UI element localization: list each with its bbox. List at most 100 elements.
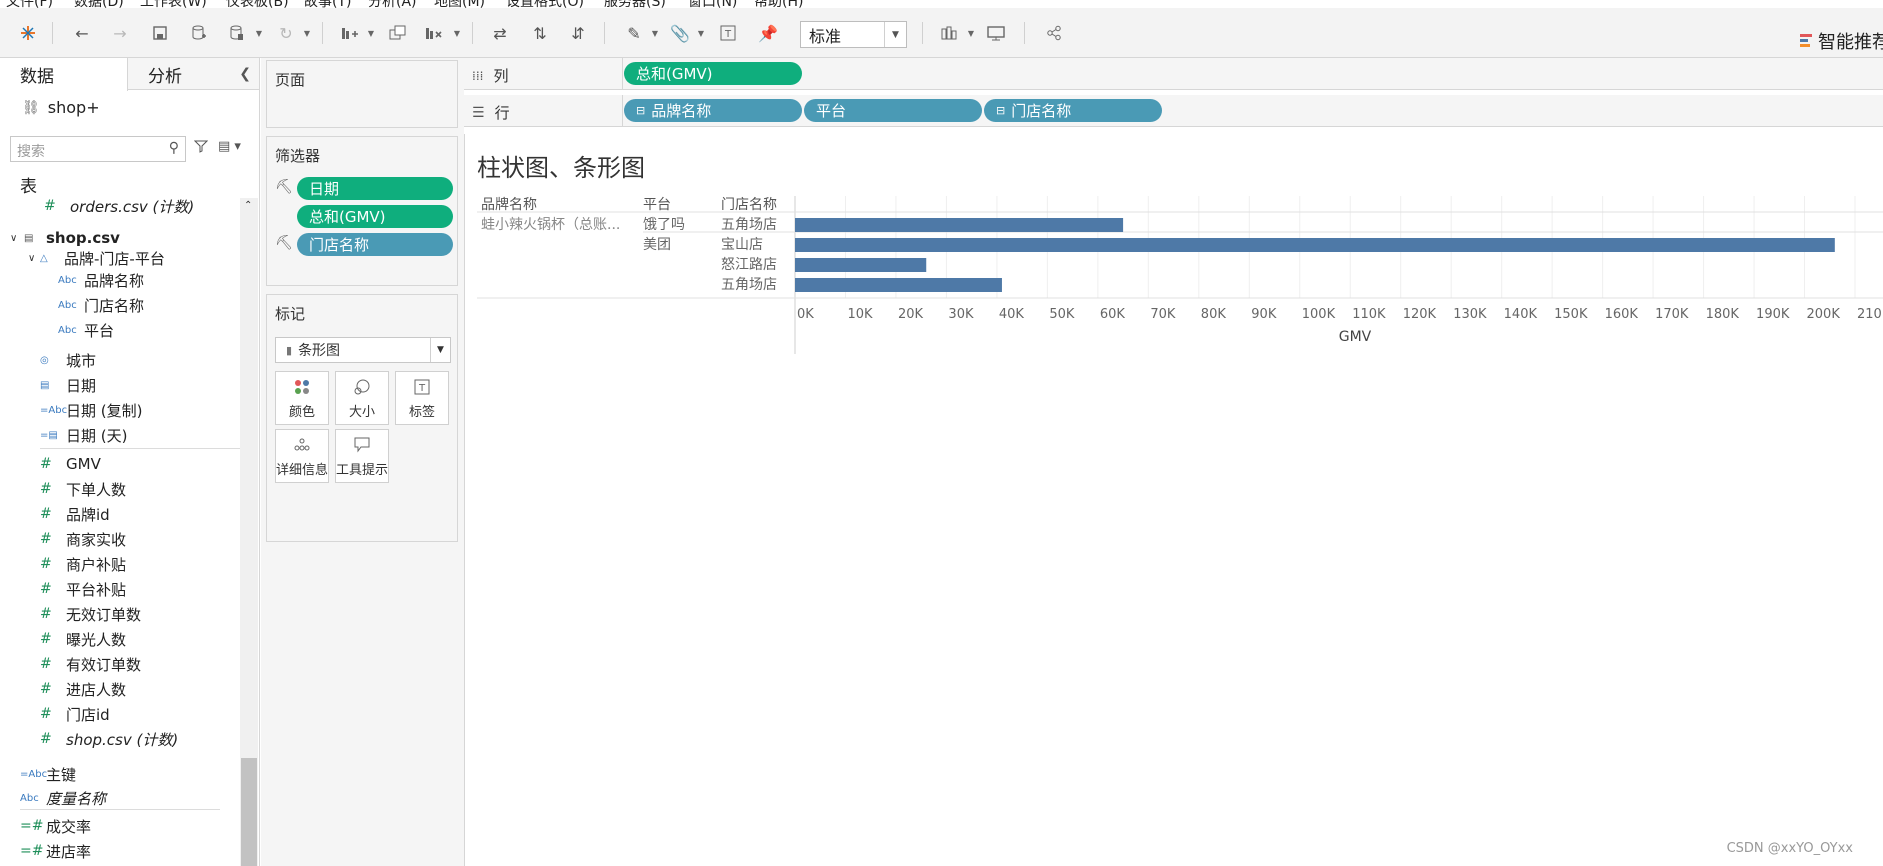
search-icon[interactable]: ⚲ xyxy=(169,140,179,156)
swap-rows-columns-icon[interactable]: ⇄ xyxy=(486,20,514,46)
menu-item[interactable]: 数据(D) xyxy=(74,0,124,8)
dimension-field[interactable]: ◎ 城市 xyxy=(40,348,96,372)
tab-data[interactable]: 数据 xyxy=(0,58,128,91)
search-input[interactable]: 搜索 ⚲ xyxy=(10,136,186,162)
calculated-field[interactable]: =Abc 主键 xyxy=(20,762,76,786)
sort-descending-icon[interactable]: ⇵ xyxy=(564,20,592,46)
filter-pill-store[interactable]: 门店名称 xyxy=(297,233,453,256)
save-icon[interactable] xyxy=(146,20,174,46)
calculated-measure-field[interactable]: =# 成交率 xyxy=(20,814,91,838)
show-mark-labels-icon[interactable]: T xyxy=(714,20,742,46)
collapse-pane-icon[interactable]: ❮ xyxy=(239,66,251,82)
new-worksheet-icon[interactable] xyxy=(336,20,364,46)
refresh-caret-icon[interactable]: ▼ xyxy=(302,20,312,46)
measure-field[interactable]: # 下单人数 xyxy=(40,477,126,501)
share-icon[interactable] xyxy=(1040,20,1068,46)
hierarchy-child-field[interactable]: Abc 平台 xyxy=(58,318,114,342)
filters-card[interactable]: 筛选器 ⛏ 日期 总和(GMV) ⛏ 门店名称 xyxy=(266,136,458,286)
hierarchy-field[interactable]: ∨ △ 品牌-门店-平台 xyxy=(28,246,165,270)
clear-sheet-icon[interactable] xyxy=(420,20,448,46)
measure-field[interactable]: # 商户补贴 xyxy=(40,552,126,576)
filter-fields-icon[interactable] xyxy=(193,139,209,157)
rows-pill-store[interactable]: ⊟ 门店名称 xyxy=(984,99,1162,122)
highlight-caret-icon[interactable]: ▼ xyxy=(650,20,660,46)
new-worksheet-caret-icon[interactable]: ▼ xyxy=(366,20,376,46)
highlight-icon[interactable]: ✎ xyxy=(620,20,648,46)
datasource-caret-icon[interactable]: ▼ xyxy=(254,20,264,46)
clear-caret-icon[interactable]: ▼ xyxy=(452,20,462,46)
measure-field[interactable]: # 平台补贴 xyxy=(40,577,126,601)
menu-item[interactable]: 故事(T) xyxy=(304,0,351,8)
orders-count-field[interactable]: # orders.csv (计数) xyxy=(44,194,194,218)
filter-pill-gmv[interactable]: 总和(GMV) xyxy=(297,205,453,228)
hierarchy-child-field[interactable]: Abc 品牌名称 xyxy=(58,268,144,292)
columns-shelf[interactable]: ⁞⁞⁞ 列 总和(GMV) xyxy=(464,58,1883,90)
measure-field[interactable]: # shop.csv (计数) xyxy=(40,727,178,751)
columns-pill-gmv[interactable]: 总和(GMV) xyxy=(624,62,802,85)
bar[interactable] xyxy=(795,238,1835,252)
bar[interactable] xyxy=(795,258,927,272)
measure-field[interactable]: # 品牌id xyxy=(40,502,110,526)
menu-item[interactable]: 帮助(H) xyxy=(754,0,803,8)
collapse-hierarchy-icon[interactable]: ⊟ xyxy=(636,104,645,117)
rows-shelf[interactable]: ☰ 行 ⊟ 品牌名称 平台 ⊟ 门店名称 xyxy=(464,95,1883,127)
menu-item[interactable]: 服务器(S) xyxy=(604,0,666,8)
presentation-mode-icon[interactable] xyxy=(982,20,1010,46)
new-datasource-icon[interactable] xyxy=(185,20,213,46)
tooltip-button[interactable]: 工具提示 xyxy=(335,429,389,483)
menu-item[interactable]: 分析(A) xyxy=(368,0,417,8)
measure-field[interactable]: # 无效订单数 xyxy=(40,602,141,626)
datasource-item[interactable]: ⛓ shop+ xyxy=(22,98,100,117)
bar[interactable] xyxy=(795,218,1124,232)
measure-field[interactable]: # GMV xyxy=(40,452,101,476)
show-me-button[interactable]: 智能推荐 xyxy=(1800,28,1883,54)
measure-names-field[interactable]: Abc 度量名称 xyxy=(20,786,106,810)
calculated-measure-field[interactable]: =# 进店率 xyxy=(20,839,91,863)
view-options-icon[interactable]: ▤ ▾ xyxy=(218,139,241,154)
measure-field[interactable]: # 曝光人数 xyxy=(40,627,126,651)
bar[interactable] xyxy=(795,278,1002,292)
menu-item[interactable]: 设置格式(O) xyxy=(506,0,584,8)
scrollbar[interactable] xyxy=(240,198,258,866)
group-caret-icon[interactable]: ▼ xyxy=(696,20,706,46)
measure-field[interactable]: # 商家实收 xyxy=(40,527,126,551)
dimension-field[interactable]: =▤ 日期 (天) xyxy=(40,423,127,447)
menu-item[interactable]: 地图(M) xyxy=(434,0,485,8)
show-cards-icon[interactable] xyxy=(936,20,964,46)
mark-type-select[interactable]: ▮ 条形图 ▼ xyxy=(275,337,451,363)
size-button[interactable]: 大小 xyxy=(335,371,389,425)
chevron-down-icon[interactable]: ∨ xyxy=(28,253,40,264)
undo-icon[interactable]: ← xyxy=(68,20,96,46)
group-members-icon[interactable]: 📎 xyxy=(666,20,694,46)
detail-button[interactable]: 详细信息 xyxy=(275,429,329,483)
show-cards-caret-icon[interactable]: ▼ xyxy=(966,20,976,46)
pages-card[interactable]: 页面 xyxy=(266,60,458,128)
chevron-down-icon[interactable]: ∨ xyxy=(10,233,24,244)
scroll-up-arrow-icon[interactable]: ⌃ xyxy=(244,200,252,211)
tableau-logo-icon[interactable] xyxy=(14,20,42,46)
hierarchy-child-field[interactable]: Abc 门店名称 xyxy=(58,293,144,317)
rows-pill-platform[interactable]: 平台 xyxy=(804,99,982,122)
menu-item[interactable]: 仪表板(B) xyxy=(226,0,289,8)
collapse-hierarchy-icon[interactable]: ⊟ xyxy=(996,104,1005,117)
menu-item[interactable]: 文件(F) xyxy=(6,0,53,8)
sort-ascending-icon[interactable]: ⇅ xyxy=(526,20,554,46)
dimension-field[interactable]: ▤ 日期 xyxy=(40,373,96,397)
measure-field[interactable]: # 有效订单数 xyxy=(40,652,141,676)
menu-item[interactable]: 工作表(W) xyxy=(140,0,207,8)
chevron-down-icon[interactable]: ▼ xyxy=(884,22,906,47)
refresh-icon[interactable]: ↻ xyxy=(272,20,300,46)
color-button[interactable]: 颜色 xyxy=(275,371,329,425)
scrollbar-thumb[interactable] xyxy=(241,758,257,866)
fit-select[interactable]: 标准 ▼ xyxy=(800,21,907,48)
measure-field[interactable]: # 门店id xyxy=(40,702,110,726)
pin-axes-icon[interactable]: 📌 xyxy=(754,20,782,46)
label-button[interactable]: T 标签 xyxy=(395,371,449,425)
rows-pill-brand[interactable]: ⊟ 品牌名称 xyxy=(624,99,802,122)
redo-icon[interactable]: → xyxy=(106,20,134,46)
duplicate-sheet-icon[interactable] xyxy=(384,20,412,46)
chevron-down-icon[interactable]: ▼ xyxy=(430,338,450,362)
measure-field[interactable]: # 进店人数 xyxy=(40,677,126,701)
dimension-field[interactable]: =Abc 日期 (复制) xyxy=(40,398,142,422)
menu-item[interactable]: 窗口(N) xyxy=(688,0,737,8)
